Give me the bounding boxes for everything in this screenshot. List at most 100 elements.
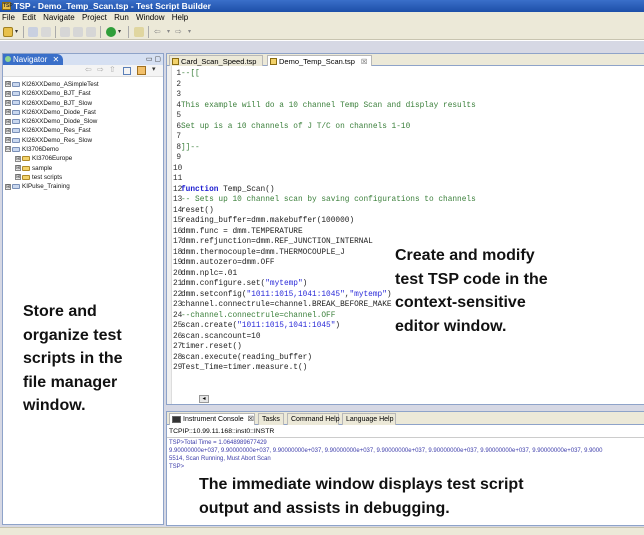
code-token: )	[335, 322, 341, 330]
tree-item[interactable]: ⊟ KI3706Demo	[5, 145, 161, 154]
tsp-file-icon	[270, 58, 277, 65]
menu-window[interactable]: Window	[136, 13, 164, 22]
tree-item[interactable]: ⊞ KI26XXDemo_Res_Fast	[5, 126, 161, 135]
code-line[interactable]: 7	[173, 132, 643, 143]
console-divider	[167, 437, 644, 438]
navigator-tab[interactable]: Navigator ✕	[3, 54, 63, 65]
menu-navigate[interactable]: Navigate	[43, 13, 75, 22]
tab-tasks[interactable]: Tasks	[258, 413, 284, 425]
expand-icon[interactable]: ⊞	[5, 127, 11, 134]
tree-item[interactable]: ⊞ KI26XXDemo_BJT_Fast	[5, 89, 161, 98]
new-file-icon[interactable]	[3, 27, 13, 37]
run-icon[interactable]	[106, 27, 116, 37]
view-menu-icon[interactable]: ▾	[152, 65, 156, 73]
line-number: 21	[173, 280, 183, 288]
nav-up-icon[interactable]: ⇧	[109, 65, 116, 74]
code-line[interactable]: 3	[173, 90, 643, 101]
code-line[interactable]: 8]]--	[173, 143, 643, 154]
line-number: 10	[173, 164, 183, 173]
expand-icon[interactable]: ⊞	[15, 174, 21, 181]
save-icon[interactable]	[28, 27, 38, 37]
expand-icon[interactable]: ⊞	[5, 99, 11, 106]
tab-command-help[interactable]: Command Help	[287, 413, 340, 425]
menu-help[interactable]: Help	[172, 13, 188, 22]
code-line[interactable]: 27timer.reset()	[173, 342, 643, 353]
navigator-close-icon[interactable]: ✕	[52, 55, 59, 64]
code-line[interactable]: 15reading_buffer=dmm.makebuffer(100000)	[173, 216, 643, 227]
cut-icon[interactable]	[60, 27, 70, 37]
tab-card-scan-speed[interactable]: Card_Scan_Speed.tsp	[169, 55, 263, 66]
nav-forward-icon[interactable]: ⇨	[97, 65, 104, 74]
link-editor-icon[interactable]	[137, 66, 146, 75]
tree-item[interactable]: ⊞ KI3706Europe	[5, 154, 161, 163]
code-line[interactable]: 4This example will do a 10 channel Temp …	[173, 101, 643, 112]
scroll-left-icon[interactable]: ◂	[199, 395, 209, 403]
tree-item-label: KI26XXDemo_ASimpleTest	[22, 81, 99, 88]
code-line[interactable]: 29Test_Time=timer.measure.t()	[173, 363, 643, 374]
expand-icon[interactable]: ⊞	[5, 183, 11, 190]
expand-icon[interactable]: ⊞	[5, 109, 11, 116]
code-line[interactable]: 10	[173, 164, 643, 175]
expand-icon[interactable]: ⊞	[15, 165, 21, 171]
expand-icon[interactable]: ⊞	[15, 155, 21, 162]
editor-panel: Card_Scan_Speed.tsp Demo_Temp_Scan.tsp ☒…	[166, 53, 644, 405]
forward-dropdown-icon[interactable]: ▾	[188, 27, 193, 37]
tab-close-icon[interactable]: ☒	[248, 416, 254, 423]
code-line[interactable]: 2	[173, 80, 643, 91]
tree-item[interactable]: ⊞ KI26XXDemo_Diode_Slow	[5, 117, 161, 126]
code-token: reading_buffer=dmm.makebuffer(100000)	[181, 217, 355, 225]
forward-icon[interactable]: ⇨	[175, 27, 185, 37]
tab-close-icon[interactable]: ☒	[361, 59, 367, 66]
tree-item[interactable]: ⊞ KI26XXDemo_BJT_Slow	[5, 99, 161, 108]
code-line[interactable]: 5	[173, 111, 643, 122]
expand-icon[interactable]: ⊞	[5, 118, 11, 125]
copy-icon[interactable]	[73, 27, 83, 37]
tree-item[interactable]: ⊞ KI26XXDemo_ASimpleTest	[5, 80, 161, 89]
code-line[interactable]: 13-- Sets up 10 channel scan by saving c…	[173, 195, 643, 206]
caption-line: test TSP code in the	[395, 270, 548, 288]
tree-item[interactable]: ⊞ KIPulse_Training	[5, 182, 161, 191]
menu-file[interactable]: File	[2, 13, 15, 22]
code-line[interactable]: 12function Temp_Scan()	[173, 185, 643, 196]
caption-line: organize test	[23, 326, 122, 344]
collapse-all-icon[interactable]	[123, 67, 131, 75]
line-number: 24	[173, 311, 183, 320]
nav-back-icon[interactable]: ⇦	[85, 65, 92, 74]
navigator-toolbar: ⇦ ⇨ ⇧ ▾	[3, 65, 163, 77]
expand-icon[interactable]: ⊞	[5, 81, 11, 88]
open-icon[interactable]	[134, 27, 144, 37]
code-line[interactable]: 1--[[	[173, 69, 643, 80]
menu-project[interactable]: Project	[82, 13, 107, 22]
menu-run[interactable]: Run	[114, 13, 129, 22]
paste-icon[interactable]	[86, 27, 96, 37]
code-line[interactable]: 6Set up is a 10 channels of J T/C on cha…	[173, 122, 643, 133]
tree-item[interactable]: ⊞ KI26XXDemo_Diode_Fast	[5, 108, 161, 117]
tab-demo-temp-scan[interactable]: Demo_Temp_Scan.tsp ☒	[267, 55, 372, 66]
menu-bar: File Edit Navigate Project Run Window He…	[0, 12, 644, 24]
code-line[interactable]: 16dmm.func = dmm.TEMPERATURE	[173, 227, 643, 238]
run-dropdown-icon[interactable]: ▾	[118, 27, 123, 37]
code-line[interactable]: 11	[173, 174, 643, 185]
code-line[interactable]: 9	[173, 153, 643, 164]
code-token: dmm.refjunction=dmm.REF_JUNCTION_INTERNA…	[181, 238, 373, 246]
collapse-icon[interactable]: ⊟	[5, 146, 11, 153]
code-line[interactable]: 28scan.execute(reading_buffer)	[173, 353, 643, 364]
minimize-maximize-icon[interactable]: ▭ ▢	[146, 55, 161, 63]
menu-edit[interactable]: Edit	[22, 13, 36, 22]
code-token: Temp_Scan()	[218, 185, 275, 194]
tree-item[interactable]: ⊞ KI26XXDemo_Res_Slow	[5, 136, 161, 145]
new-dropdown-icon[interactable]: ▾	[15, 27, 20, 37]
code-token: dmm.thermocouple=dmm.THERMOCOUPLE_J	[181, 248, 345, 257]
tree-item[interactable]: ⊞ test scripts	[5, 173, 161, 182]
console-prompt[interactable]: TSP>	[169, 464, 184, 470]
tab-language-help[interactable]: Language Help	[342, 413, 396, 425]
expand-icon[interactable]: ⊞	[5, 90, 11, 97]
back-icon[interactable]: ⇦	[154, 27, 164, 37]
caption-line: window.	[23, 397, 86, 414]
tab-instrument-console[interactable]: Instrument Console ☒	[169, 413, 255, 425]
back-dropdown-icon[interactable]: ▾	[167, 27, 172, 37]
tree-item[interactable]: ⊞ sample	[5, 164, 161, 173]
save-all-icon[interactable]	[41, 27, 51, 37]
expand-icon[interactable]: ⊞	[5, 137, 11, 144]
code-line[interactable]: 14reset()	[173, 206, 643, 217]
